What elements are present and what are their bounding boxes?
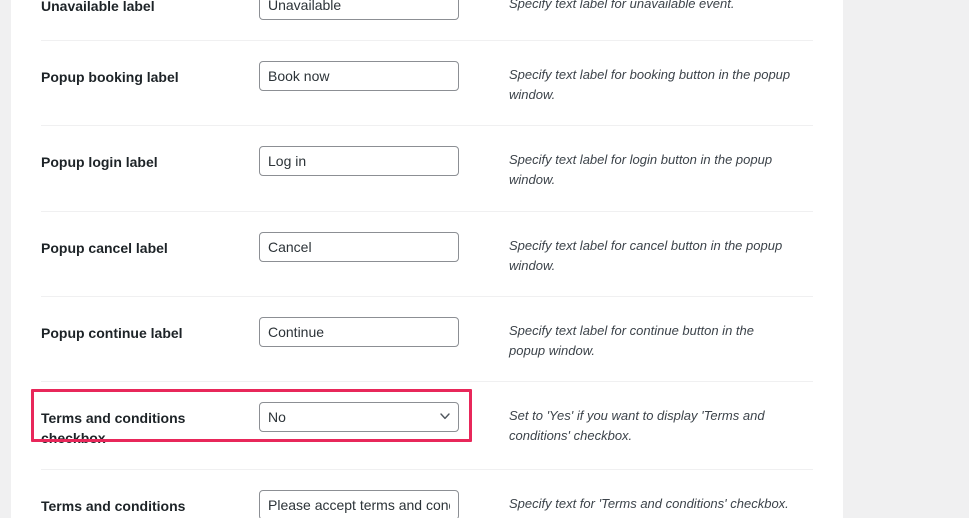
setting-row-terms-conditions-message: Terms and conditions message Specify tex… xyxy=(41,470,813,518)
screen-root: Unavailable label Specify text label for… xyxy=(0,0,969,518)
setting-label: Terms and conditions message xyxy=(41,497,186,514)
setting-label: Unavailable label xyxy=(41,0,155,14)
setting-label: Popup booking label xyxy=(41,69,179,85)
setting-field xyxy=(259,146,500,177)
terms-conditions-checkbox-select-wrap: No Yes xyxy=(259,402,459,433)
setting-description: Specify text label for unavailable event… xyxy=(509,0,735,11)
setting-description: Specify text label for continue button i… xyxy=(509,322,754,358)
setting-description: Specify text label for booking button in… xyxy=(509,67,791,103)
setting-field xyxy=(259,231,500,262)
setting-field xyxy=(259,61,500,91)
popup-booking-label-input[interactable] xyxy=(259,61,459,91)
settings-table: Unavailable label Specify text label for… xyxy=(41,0,813,518)
setting-description: Specify text label for login button in t… xyxy=(509,152,773,188)
popup-cancel-label-input[interactable] xyxy=(259,231,459,262)
setting-row-popup-booking-label: Popup booking label Specify text label f… xyxy=(41,41,813,127)
setting-label: Terms and conditions checkbox xyxy=(41,410,186,447)
setting-description: Specify text for 'Terms and conditions' … xyxy=(509,495,789,511)
setting-row-terms-conditions-checkbox: Terms and conditions checkbox No Yes xyxy=(41,382,813,470)
settings-content-panel: Unavailable label Specify text label for… xyxy=(11,0,843,518)
popup-continue-label-input[interactable] xyxy=(259,316,459,347)
setting-label: Popup cancel label xyxy=(41,239,168,256)
terms-conditions-message-input[interactable] xyxy=(259,489,459,518)
setting-row-unavailable-label: Unavailable label Specify text label for… xyxy=(41,0,813,41)
setting-field xyxy=(259,489,500,518)
popup-login-label-input[interactable] xyxy=(259,146,459,177)
setting-description: Specify text label for cancel button in … xyxy=(509,237,783,273)
setting-row-popup-cancel-label: Popup cancel label Specify text label fo… xyxy=(41,212,813,297)
terms-conditions-checkbox-select[interactable]: No Yes xyxy=(259,402,459,433)
setting-field: No Yes xyxy=(259,402,500,433)
setting-field xyxy=(259,0,500,20)
setting-field xyxy=(259,316,500,347)
setting-label: Popup continue label xyxy=(41,324,183,341)
unavailable-label-input[interactable] xyxy=(259,0,459,20)
setting-description: Set to 'Yes' if you want to display 'Ter… xyxy=(509,408,765,444)
setting-label: Popup login label xyxy=(41,154,158,171)
setting-row-popup-continue-label: Popup continue label Specify text label … xyxy=(41,297,813,383)
setting-row-popup-login-label: Popup login label Specify text label for… xyxy=(41,126,813,212)
